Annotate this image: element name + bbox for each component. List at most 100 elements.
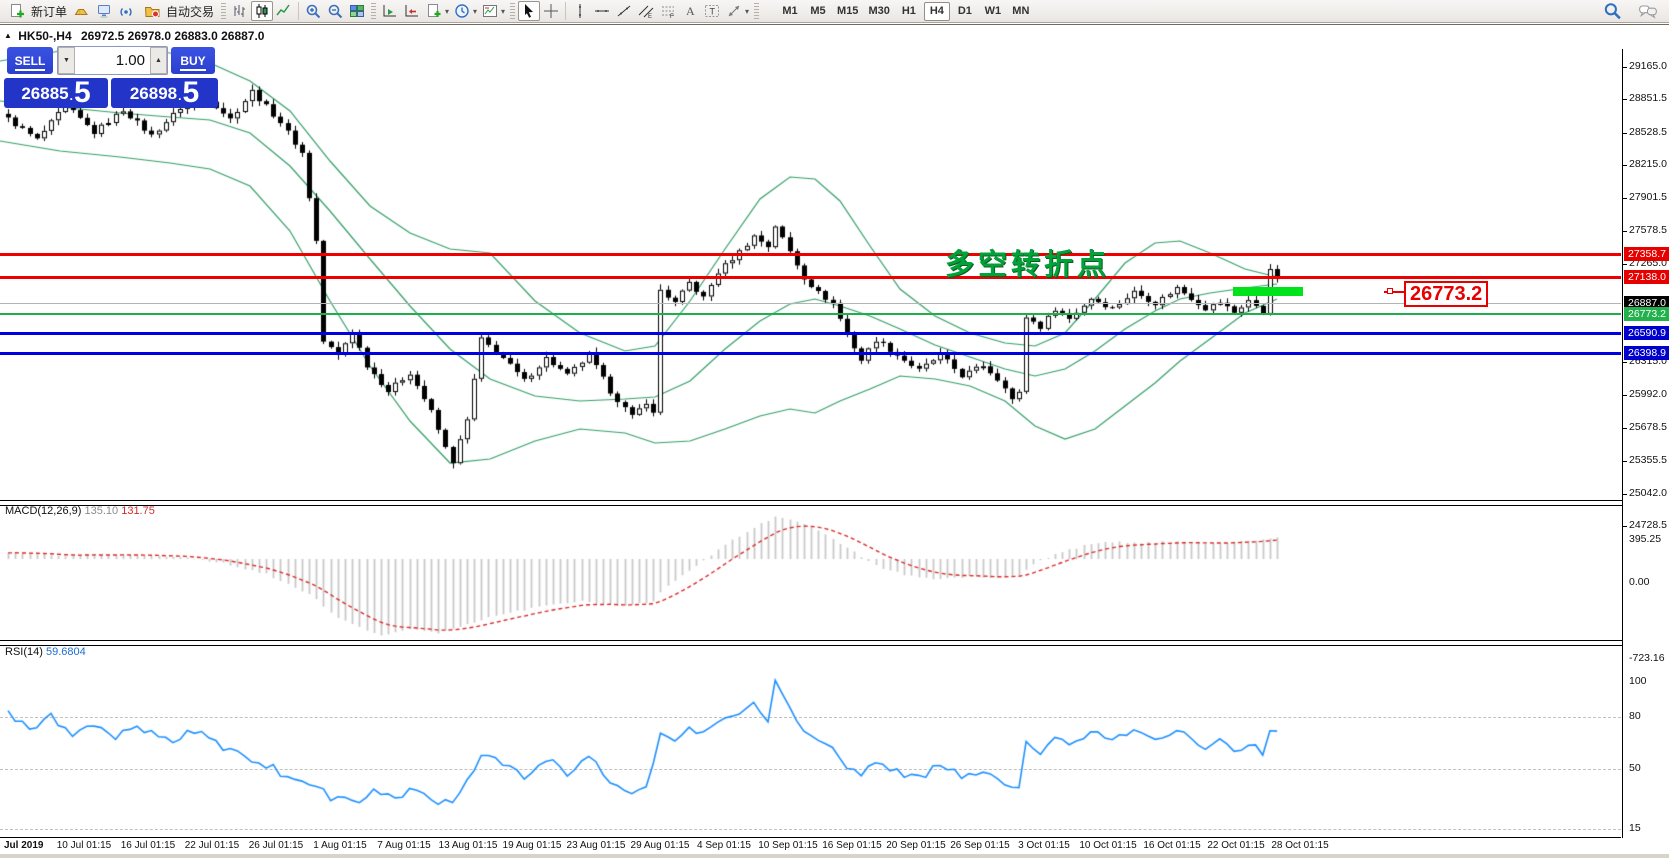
sell-button-label: SELL <box>14 53 46 71</box>
price-tick-mark <box>1623 427 1627 429</box>
macd-axis-label: 0.00 <box>1629 576 1650 588</box>
periods-dropdown-icon[interactable]: ▾ <box>471 7 479 16</box>
auto-trading-icon <box>141 1 163 21</box>
price-tick-mark <box>1623 461 1627 463</box>
time-axis-label: 23 Aug 01:15 <box>566 840 626 851</box>
macd-pane-separator[interactable] <box>0 500 1669 506</box>
timeframe-button-M1[interactable]: M1 <box>777 2 803 21</box>
horizontal-line-button[interactable] <box>591 1 613 21</box>
buy-price-display[interactable]: 26898. 5 <box>111 78 218 108</box>
crosshair-button[interactable] <box>540 1 562 21</box>
price-tick-mark <box>1623 99 1627 101</box>
price-axis[interactable]: 29165.0 28851.5 28528.5 28215.0 27901.5 27578… <box>1622 49 1669 858</box>
sell-price-display[interactable]: 26885. 5 <box>4 78 108 108</box>
trendline-button[interactable] <box>613 1 635 21</box>
price-tick-label: 25678.5 <box>1629 420 1667 433</box>
cursor-button[interactable] <box>518 1 541 21</box>
timeframe-button-MN[interactable]: MN <box>1008 2 1034 21</box>
text-label-button[interactable]: T <box>701 1 723 21</box>
auto-scroll-button[interactable] <box>379 1 401 21</box>
timeframe-button-M5[interactable]: M5 <box>805 2 831 21</box>
indicators-button[interactable] <box>423 1 445 21</box>
timeframe-button-D1[interactable]: D1 <box>952 2 978 21</box>
symbol-header: ▲ HK50-,H4 26972.5 26978.0 26883.0 26887… <box>4 29 264 43</box>
collapse-arrow-icon[interactable]: ▲ <box>4 31 12 40</box>
chart-window: 多空转折点 26773.2 MACD(12,26,9) 135.10 131.7… <box>0 24 1669 858</box>
gold-bar-icon[interactable] <box>71 1 93 21</box>
price-tick-mark <box>1623 526 1627 528</box>
new-order-label: 新订单 <box>31 4 68 19</box>
fibonacci-button[interactable]: F <box>657 1 679 21</box>
price-tick-mark <box>1623 165 1627 167</box>
timeframe-button-H1[interactable]: H1 <box>896 2 922 21</box>
zoom-out-button[interactable] <box>324 1 346 21</box>
arrow-styles-dropdown-icon[interactable]: ▾ <box>743 7 751 16</box>
chat-icon[interactable] <box>1637 1 1659 21</box>
bar-chart-button[interactable] <box>229 1 251 21</box>
price-tag[interactable]: 26398.9 <box>1624 346 1669 361</box>
time-axis-label: 26 Jul 01:15 <box>248 840 304 851</box>
price-tag[interactable]: 27138.0 <box>1624 269 1669 284</box>
vertical-line-button[interactable] <box>569 1 591 21</box>
templates-button[interactable] <box>479 1 501 21</box>
candlestick-chart-button[interactable] <box>251 1 274 21</box>
timeframe-button-W1[interactable]: W1 <box>980 2 1006 21</box>
timeframe-button-M15[interactable]: M15 <box>833 2 862 21</box>
symbol-name: HK50-,H4 <box>18 29 72 43</box>
time-axis-label: 3 Oct 01:15 <box>1018 840 1070 851</box>
macd-signal-value: 131.75 <box>121 505 155 517</box>
time-axis-label: 16 Sep 01:15 <box>822 840 882 851</box>
toolbar-grip <box>754 3 760 19</box>
macd-indicator-label: MACD(12,26,9) 135.10 131.75 <box>5 505 155 517</box>
price-tick-label: 25042.0 <box>1629 486 1667 499</box>
price-tick-label: 25355.5 <box>1629 454 1667 467</box>
time-axis-label: 13 Aug 01:15 <box>438 840 498 851</box>
search-icon[interactable] <box>1601 1 1623 21</box>
indicators-dropdown-icon[interactable]: ▾ <box>443 7 451 16</box>
arrow-styles-button[interactable] <box>723 1 745 21</box>
tile-windows-button[interactable] <box>346 1 368 21</box>
zoom-in-button[interactable] <box>302 1 324 21</box>
price-tick-mark <box>1623 231 1627 233</box>
price-tag[interactable]: 26773.2 <box>1624 307 1669 322</box>
price-tick-label: 28215.0 <box>1629 158 1667 171</box>
rsi-pane-separator[interactable] <box>0 640 1669 646</box>
time-axis-label: 19 Aug 01:15 <box>502 840 562 851</box>
volume-decrease-button[interactable]: ▼ <box>58 47 75 74</box>
time-axis[interactable]: Jul 2019 10 Jul 01:15 16 Jul 01:15 22 Jul 0… <box>0 838 1669 854</box>
timeframe-button-H4[interactable]: H4 <box>923 1 950 21</box>
svg-text:E: E <box>648 14 652 19</box>
new-order-button[interactable]: 新订单 <box>2 1 71 22</box>
volume-value[interactable]: 1.00 <box>75 47 150 74</box>
signal-icon[interactable] <box>115 1 137 21</box>
price-tag[interactable]: 27358.7 <box>1624 246 1669 261</box>
price-tick-label: 27578.5 <box>1629 224 1667 237</box>
chart-plot-canvas[interactable] <box>0 25 1669 858</box>
terminal-icon[interactable] <box>93 1 115 21</box>
window-bottom-strip <box>0 854 1669 858</box>
time-axis-label: 16 Jul 01:15 <box>120 840 176 851</box>
text-button[interactable]: A <box>679 1 701 21</box>
time-axis-label: 1 Aug 01:15 <box>313 840 367 851</box>
time-axis-label: 29 Aug 01:15 <box>630 840 690 851</box>
line-chart-button[interactable] <box>273 1 295 21</box>
rsi-axis-label: 100 <box>1629 675 1647 687</box>
chart-shift-button[interactable] <box>401 1 423 21</box>
buy-button[interactable]: BUY <box>171 47 215 74</box>
equidistant-channel-button[interactable]: E <box>635 1 657 21</box>
new-order-icon <box>6 1 28 21</box>
rsi-indicator-label: RSI(14) 59.6804 <box>5 646 86 658</box>
time-axis-label: 10 Jul 01:15 <box>56 840 112 851</box>
templates-dropdown-icon[interactable]: ▾ <box>499 7 507 16</box>
auto-trading-button[interactable]: 自动交易 <box>137 1 218 22</box>
price-tag[interactable]: 26590.9 <box>1624 326 1669 341</box>
periods-button[interactable] <box>451 1 473 21</box>
time-axis-label: 22 Jul 01:15 <box>184 840 240 851</box>
price-tick-label: 29165.0 <box>1629 60 1667 72</box>
symbol-ohlc: 26972.5 26978.0 26883.0 26887.0 <box>80 29 265 43</box>
timeframe-button-M30[interactable]: M30 <box>864 2 893 21</box>
sell-button[interactable]: SELL <box>7 47 53 74</box>
price-tick-label: 28851.5 <box>1629 92 1667 105</box>
volume-increase-button[interactable]: ▲ <box>150 47 167 74</box>
price-tick-label: 24728.5 <box>1629 519 1667 532</box>
